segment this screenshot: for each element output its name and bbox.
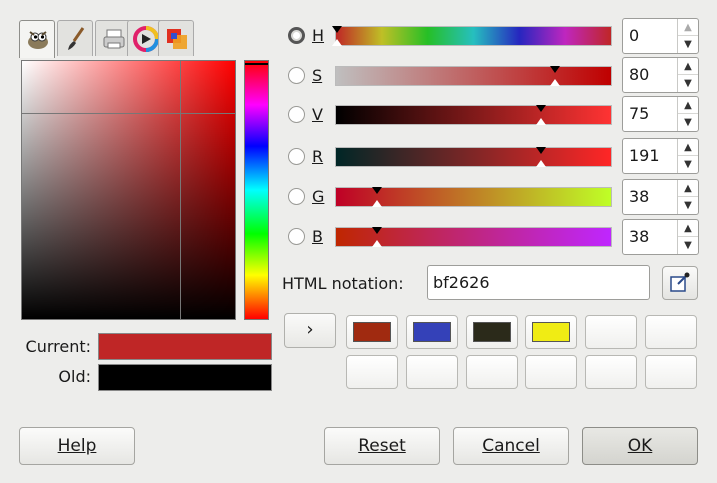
history-swatch[interactable] (346, 355, 398, 389)
spin-r-up-icon[interactable]: ▲ (678, 139, 698, 156)
history-swatch[interactable] (346, 315, 398, 349)
channel-label-h: H (312, 26, 325, 45)
spin-b[interactable]: 38 ▲ ▼ (622, 219, 699, 255)
add-to-history-button[interactable]: › (284, 313, 336, 348)
tab-gimp-selector[interactable] (19, 20, 55, 58)
slider-h-handle[interactable] (332, 26, 342, 33)
spin-v[interactable]: 75 ▲ ▼ (622, 96, 699, 132)
spin-s-up-icon[interactable]: ▲ (678, 58, 698, 75)
color-wheel-icon (133, 26, 159, 52)
spin-s-value[interactable]: 80 (629, 65, 649, 84)
help-button[interactable]: Help (19, 427, 135, 465)
slider-g-handle[interactable] (372, 187, 382, 194)
html-notation-input[interactable]: bf2626 (427, 265, 650, 300)
spin-g-down-icon[interactable]: ▼ (678, 196, 698, 214)
hue-marker[interactable] (245, 63, 268, 65)
ok-button-label: OK (627, 436, 653, 456)
history-swatch[interactable] (466, 355, 518, 389)
help-button-label: Help (57, 436, 97, 456)
spin-b-down-icon[interactable]: ▼ (678, 236, 698, 254)
slider-v-handle[interactable] (536, 105, 546, 112)
slider-r-handle[interactable] (536, 147, 546, 154)
spin-h-down-icon[interactable]: ▼ (678, 35, 698, 53)
crosshair-vertical (180, 61, 181, 319)
palette-watercolor-icon (167, 29, 187, 49)
slider-b[interactable] (335, 227, 612, 247)
radio-v[interactable] (288, 106, 305, 123)
cancel-button[interactable]: Cancel (453, 427, 569, 465)
spin-v-down-icon[interactable]: ▼ (678, 113, 698, 131)
spin-h-up-icon[interactable]: ▲ (678, 19, 698, 36)
history-swatch[interactable] (585, 315, 637, 349)
old-label: Old: (58, 367, 91, 386)
history-swatch[interactable] (645, 315, 697, 349)
spin-h-value[interactable]: 0 (629, 26, 639, 45)
history-swatch-color (473, 322, 511, 342)
crosshair-horizontal (22, 113, 235, 114)
channel-label-v: V (312, 105, 323, 124)
history-swatch[interactable] (406, 355, 458, 389)
gimp-wilber-icon (28, 31, 48, 49)
channel-label-r: R (312, 147, 324, 166)
slider-g[interactable] (335, 187, 612, 207)
history-swatch[interactable] (466, 315, 518, 349)
slider-r[interactable] (335, 147, 612, 167)
slider-h[interactable] (332, 26, 612, 46)
history-swatch[interactable] (585, 355, 637, 389)
history-swatch-color (532, 322, 570, 342)
ok-button[interactable]: OK (582, 427, 698, 465)
paintbrush-icon (68, 27, 85, 50)
cancel-button-label: Cancel (482, 436, 540, 456)
channel-label-s: S (312, 66, 323, 85)
tab-watercolor-selector[interactable] (158, 20, 194, 56)
spin-s-down-icon[interactable]: ▼ (678, 74, 698, 92)
spin-b-value[interactable]: 38 (629, 227, 649, 246)
radio-g[interactable] (288, 188, 305, 205)
history-swatch-color (413, 322, 451, 342)
current-label: Current: (25, 337, 91, 356)
spin-v-up-icon[interactable]: ▲ (678, 97, 698, 114)
reset-button-label: Reset (358, 436, 406, 456)
saturation-value-area[interactable] (21, 60, 236, 320)
spin-s[interactable]: 80 ▲ ▼ (622, 57, 699, 93)
history-swatch[interactable] (525, 355, 577, 389)
tab-cmyk-selector[interactable] (95, 20, 131, 56)
color-picker-button[interactable] (662, 266, 698, 300)
slider-s-handle[interactable] (550, 66, 560, 73)
slider-b-handle[interactable] (372, 227, 382, 234)
radio-r[interactable] (288, 148, 305, 165)
radio-b[interactable] (288, 228, 305, 245)
history-swatch[interactable] (406, 315, 458, 349)
spin-g-value[interactable]: 38 (629, 187, 649, 206)
spin-r-value[interactable]: 191 (629, 146, 660, 165)
printer-cmyk-icon (103, 29, 125, 49)
channel-label-g: G (312, 187, 325, 206)
old-color-swatch[interactable] (98, 364, 272, 391)
history-swatch-color (353, 322, 391, 342)
hue-strip[interactable] (244, 60, 269, 320)
radio-s[interactable] (288, 67, 305, 84)
spin-r-down-icon[interactable]: ▼ (678, 155, 698, 173)
spin-g-up-icon[interactable]: ▲ (678, 180, 698, 197)
slider-s[interactable] (335, 66, 612, 86)
history-swatch[interactable] (525, 315, 577, 349)
spin-h[interactable]: 0 ▲ ▼ (622, 18, 699, 54)
eyedropper-icon (670, 272, 690, 292)
tab-paintbrush-selector[interactable] (57, 20, 93, 56)
reset-button[interactable]: Reset (324, 427, 440, 465)
channel-label-b: B (312, 227, 323, 246)
html-notation-label: HTML notation: (282, 274, 404, 293)
spin-g[interactable]: 38 ▲ ▼ (622, 179, 699, 215)
spin-v-value[interactable]: 75 (629, 104, 649, 123)
spin-b-up-icon[interactable]: ▲ (678, 220, 698, 237)
slider-v[interactable] (335, 105, 612, 125)
radio-h[interactable] (288, 27, 305, 44)
spin-r[interactable]: 191 ▲ ▼ (622, 138, 699, 174)
history-swatch[interactable] (645, 355, 697, 389)
current-color-swatch (98, 333, 272, 360)
